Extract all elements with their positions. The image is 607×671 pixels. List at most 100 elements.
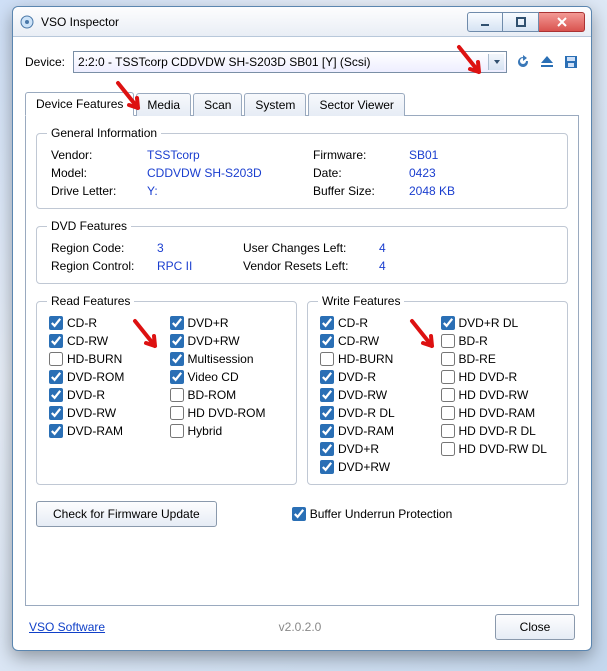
- write-checkbox[interactable]: HD DVD-RW: [441, 388, 556, 402]
- group-legend: Read Features: [47, 294, 134, 308]
- checkbox-label: DVD-ROM: [67, 370, 124, 384]
- checkbox-label: DVD-RAM: [67, 424, 123, 438]
- eject-icon[interactable]: [539, 54, 555, 70]
- checkbox-label: CD-R: [67, 316, 97, 330]
- write-checkbox[interactable]: DVD+R DL: [441, 316, 556, 330]
- write-checkbox[interactable]: DVD+RW: [320, 460, 435, 474]
- write-checkbox[interactable]: DVD-R: [320, 370, 435, 384]
- region-control-value: RPC II: [157, 259, 237, 273]
- check-firmware-button[interactable]: Check for Firmware Update: [36, 501, 217, 527]
- read-checkbox[interactable]: DVD+RW: [170, 334, 285, 348]
- version-label: v2.0.2.0: [105, 620, 495, 634]
- checkbox-label: HD DVD-RW DL: [459, 442, 547, 456]
- checkbox-label: DVD+R DL: [459, 316, 519, 330]
- tab-sector-viewer[interactable]: Sector Viewer: [308, 93, 404, 116]
- app-window: VSO Inspector Device: 2:2:0 - TSSTcorp C…: [12, 6, 592, 651]
- vendor-value: TSSTcorp: [147, 148, 307, 162]
- chevron-down-icon: [488, 54, 504, 70]
- firmware-label: Firmware:: [313, 148, 403, 162]
- vso-software-link[interactable]: VSO Software: [29, 620, 105, 634]
- write-checkbox[interactable]: HD DVD-RAM: [441, 406, 556, 420]
- read-checkbox[interactable]: BD-ROM: [170, 388, 285, 402]
- checkbox-label: DVD+R: [188, 316, 229, 330]
- checkbox-label: DVD-R: [67, 388, 105, 402]
- drive-letter-value: Y:: [147, 184, 307, 198]
- model-label: Model:: [51, 166, 141, 180]
- write-checkbox[interactable]: DVD+R: [320, 442, 435, 456]
- close-window-button[interactable]: [539, 12, 585, 32]
- checkbox-label: HD-BURN: [67, 352, 122, 366]
- write-checkbox[interactable]: HD DVD-RW DL: [441, 442, 556, 456]
- device-select[interactable]: 2:2:0 - TSSTcorp CDDVDW SH-S203D SB01 [Y…: [73, 51, 507, 73]
- tab-device-features[interactable]: Device Features: [25, 92, 134, 116]
- read-checkbox[interactable]: Video CD: [170, 370, 285, 384]
- read-checkbox[interactable]: Hybrid: [170, 424, 285, 438]
- checkbox-label: CD-RW: [67, 334, 108, 348]
- write-checkbox[interactable]: BD-RE: [441, 352, 556, 366]
- buffer-size-value: 2048 KB: [409, 184, 553, 198]
- write-checkbox[interactable]: CD-R: [320, 316, 435, 330]
- buffer-size-label: Buffer Size:: [313, 184, 403, 198]
- group-read-features: Read Features CD-R DVD+R CD-RW DVD+RW HD-BUR…: [36, 294, 297, 485]
- read-checkbox[interactable]: DVD-RAM: [49, 424, 164, 438]
- write-checkbox[interactable]: DVD-RAM: [320, 424, 435, 438]
- read-checkbox[interactable]: DVD-RW: [49, 406, 164, 420]
- vendor-resets-value: 4: [379, 259, 553, 273]
- write-checkbox[interactable]: HD DVD-R: [441, 370, 556, 384]
- minimize-button[interactable]: [467, 12, 503, 32]
- checkbox-label: CD-R: [338, 316, 368, 330]
- device-label: Device:: [25, 55, 65, 69]
- group-dvd-features: DVD Features Region Code: 3 User Changes…: [36, 219, 568, 284]
- read-checkbox[interactable]: Multisession: [170, 352, 285, 366]
- read-checkbox[interactable]: CD-R: [49, 316, 164, 330]
- titlebar: VSO Inspector: [13, 7, 591, 37]
- window-controls: [467, 12, 585, 32]
- checkbox-label: BD-RE: [459, 352, 496, 366]
- checkbox-label: DVD+RW: [338, 460, 390, 474]
- group-legend: Write Features: [318, 294, 404, 308]
- checkbox-label: HD-BURN: [338, 352, 393, 366]
- tab-panel-device-features: General Information Vendor: TSSTcorp Fir…: [25, 116, 579, 606]
- tab-media[interactable]: Media: [136, 93, 191, 116]
- read-checkbox[interactable]: DVD-R: [49, 388, 164, 402]
- checkbox-label: HD DVD-R: [459, 370, 518, 384]
- region-control-label: Region Control:: [51, 259, 151, 273]
- date-value: 0423: [409, 166, 553, 180]
- window-title: VSO Inspector: [41, 15, 119, 29]
- maximize-button[interactable]: [503, 12, 539, 32]
- drive-letter-label: Drive Letter:: [51, 184, 141, 198]
- write-checkbox[interactable]: HD-BURN: [320, 352, 435, 366]
- checkbox-label: HD DVD-RW: [459, 388, 529, 402]
- checkbox-label: DVD-RAM: [338, 424, 394, 438]
- write-checkbox[interactable]: DVD-R DL: [320, 406, 435, 420]
- region-code-value: 3: [157, 241, 237, 255]
- write-checkbox[interactable]: CD-RW: [320, 334, 435, 348]
- write-checkbox[interactable]: HD DVD-R DL: [441, 424, 556, 438]
- read-checkbox[interactable]: HD-BURN: [49, 352, 164, 366]
- date-label: Date:: [313, 166, 403, 180]
- tab-system[interactable]: System: [244, 93, 306, 116]
- group-general-information: General Information Vendor: TSSTcorp Fir…: [36, 126, 568, 209]
- read-checkbox[interactable]: CD-RW: [49, 334, 164, 348]
- checkbox-label: DVD-RW: [338, 388, 387, 402]
- checkbox-label: Hybrid: [188, 424, 223, 438]
- write-checkbox[interactable]: DVD-RW: [320, 388, 435, 402]
- buffer-underrun-checkbox[interactable]: Buffer Underrun Protection: [292, 507, 453, 521]
- write-checkbox[interactable]: BD-R: [441, 334, 556, 348]
- read-checkbox[interactable]: DVD+R: [170, 316, 285, 330]
- checkbox-label: HD DVD-RAM: [459, 406, 536, 420]
- user-changes-label: User Changes Left:: [243, 241, 373, 255]
- group-legend: General Information: [47, 126, 161, 140]
- refresh-icon[interactable]: [515, 54, 531, 70]
- save-icon[interactable]: [563, 54, 579, 70]
- close-button[interactable]: Close: [495, 614, 575, 640]
- read-checkbox[interactable]: DVD-ROM: [49, 370, 164, 384]
- tab-scan[interactable]: Scan: [193, 93, 242, 116]
- vendor-label: Vendor:: [51, 148, 141, 162]
- checkbox-label: CD-RW: [338, 334, 379, 348]
- user-changes-value: 4: [379, 241, 553, 255]
- firmware-value: SB01: [409, 148, 553, 162]
- checkbox-label: Multisession: [188, 352, 254, 366]
- read-checkbox[interactable]: HD DVD-ROM: [170, 406, 285, 420]
- checkbox-label: HD DVD-R DL: [459, 424, 536, 438]
